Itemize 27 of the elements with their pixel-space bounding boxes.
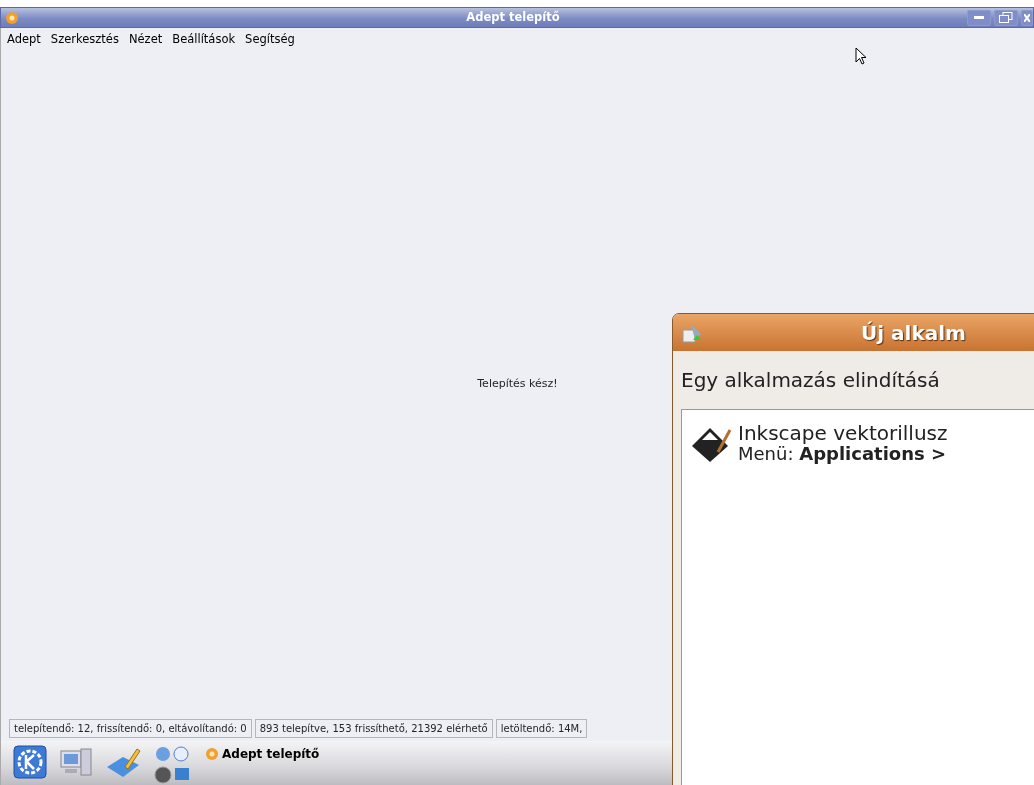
minimize-button[interactable] (967, 9, 991, 26)
menu-item[interactable]: Beállítások (172, 31, 236, 49)
menu-item[interactable]: Adept (7, 31, 41, 49)
dialog-title: Új alkalm (861, 319, 966, 347)
close-button[interactable] (1021, 9, 1033, 26)
status-field: 893 telepítve, 153 frissíthető, 21392 elérhető (254, 719, 493, 738)
app-icon (5, 10, 19, 25)
computer-icon[interactable] (59, 745, 93, 779)
minimize-icon (974, 15, 984, 20)
status-message: Telepítés kész! (477, 375, 558, 392)
install-icon (681, 321, 703, 344)
menu-item[interactable]: Segítség (245, 31, 295, 49)
close-icon (1024, 13, 1030, 22)
menu-item[interactable]: Szerkesztés (50, 31, 119, 49)
status-field: letöltendő: 14M, (495, 719, 588, 738)
status-field: telepítendő: 12, frissítendő: 0, eltávolítandó: 0 (9, 719, 252, 738)
dialog-message: Egy alkalmazás elindításá (680, 367, 941, 394)
window-title: Adept telepítő (465, 8, 560, 26)
menu-item[interactable]: Nézet (128, 31, 163, 49)
k-menu-icon[interactable] (13, 745, 47, 779)
restore-button[interactable] (994, 9, 1018, 26)
mouse-cursor-icon (855, 47, 867, 65)
application-name[interactable]: Inkscape vektorillusz (738, 422, 948, 444)
application-menu-path: Menü: Applications > (738, 444, 948, 464)
task-button[interactable]: Adept telepítő (205, 745, 320, 763)
app-icon (205, 747, 219, 761)
restore-icon (999, 12, 1013, 23)
